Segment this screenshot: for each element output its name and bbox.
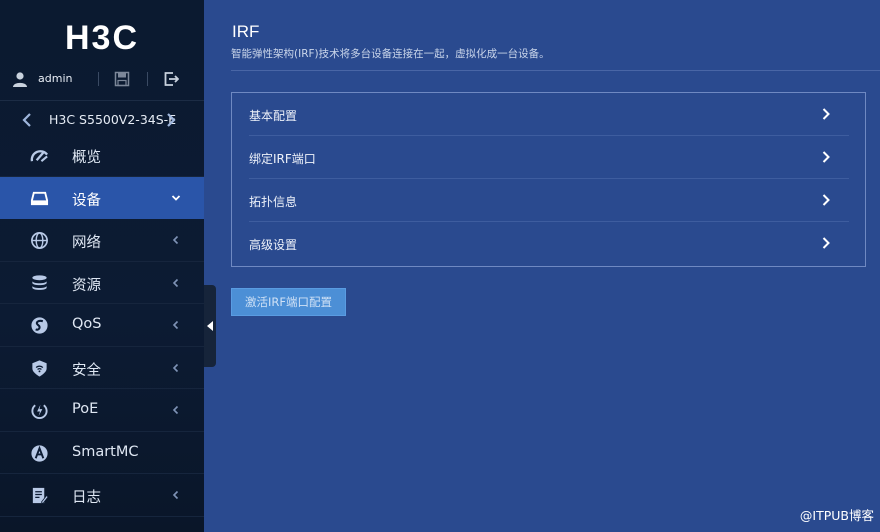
menu-row-topology-info[interactable]: 拓扑信息 <box>232 179 865 222</box>
dashboard-icon <box>30 150 49 163</box>
sidebar-item-log[interactable]: 日志 <box>0 474 204 517</box>
sidebar-item-label: 设备 <box>72 192 101 209</box>
sidebar-nav: 概览 设备 网络 资源 QoS 安全 PoE SmartMC 日志 <box>0 134 204 517</box>
sidebar-item-network[interactable]: 网络 <box>0 219 204 262</box>
sidebar-item-label: 网络 <box>72 235 101 251</box>
page-description: 智能弹性架构(IRF)技术将多台设备连接在一起，虚拟化成一台设备。 <box>231 48 550 60</box>
menu-row-label: 绑定IRF端口 <box>249 152 316 166</box>
divider <box>231 70 880 71</box>
chevron-left-icon <box>172 235 179 245</box>
device-switcher: H3C S5500V2-34S-E <box>0 108 204 134</box>
menu-row-bind-irf-port[interactable]: 绑定IRF端口 <box>232 136 865 179</box>
user-bar: admin <box>0 66 204 94</box>
sidebar-item-label: SmartMC <box>72 443 139 460</box>
page-title: IRF <box>232 22 260 41</box>
sidebar-item-label: 安全 <box>72 362 101 379</box>
chevron-left-icon <box>172 278 179 287</box>
username[interactable]: admin <box>38 72 72 85</box>
globe-icon <box>31 232 48 249</box>
poe-icon <box>31 404 48 419</box>
sidebar-item-device[interactable]: 设备 <box>0 176 204 219</box>
chevron-left-icon <box>172 320 179 330</box>
chevron-left-icon[interactable] <box>20 111 34 129</box>
chevron-left-icon <box>172 363 179 372</box>
menu-row-advanced-settings[interactable]: 高级设置 <box>232 222 865 265</box>
device-name: H3C S5500V2-34S-E <box>49 112 177 127</box>
sidebar-item-label: 概览 <box>72 150 101 166</box>
sidebar-item-label: QoS <box>72 316 102 332</box>
sidebar: H3C admin H3C S5500V2-34S-E 概览 设备 网络 资源 … <box>0 0 204 532</box>
user-icon <box>13 72 27 87</box>
divider <box>98 72 99 86</box>
chevron-left-icon <box>172 405 179 415</box>
sidebar-item-overview[interactable]: 概览 <box>0 134 204 177</box>
shield-icon <box>32 359 47 377</box>
save-icon[interactable] <box>114 71 130 87</box>
smartmc-icon <box>31 444 48 462</box>
sidebar-item-label: 日志 <box>72 490 101 506</box>
irf-menu-panel: 基本配置 绑定IRF端口 拓扑信息 高级设置 <box>231 92 866 267</box>
brand-logo: H3C <box>64 19 140 57</box>
watermark: @ITPUB博客 <box>799 508 874 523</box>
sidebar-item-label: PoE <box>72 401 99 417</box>
menu-row-basic-config[interactable]: 基本配置 <box>232 93 865 136</box>
chevron-right-icon <box>822 151 830 163</box>
logout-icon[interactable] <box>163 71 179 87</box>
activate-irf-port-config-button[interactable]: 激活IRF端口配置 <box>231 288 346 316</box>
chevron-right-icon <box>822 194 830 206</box>
divider <box>0 100 204 101</box>
device-icon <box>30 191 49 205</box>
menu-row-label: 基本配置 <box>249 109 298 123</box>
sidebar-item-label: 资源 <box>72 277 101 294</box>
chevron-right-icon <box>822 108 830 120</box>
log-icon <box>32 487 49 505</box>
sidebar-item-poe[interactable]: PoE <box>0 389 204 432</box>
chevron-left-icon <box>172 490 179 500</box>
sidebar-item-smartmc[interactable]: SmartMC <box>0 432 204 474</box>
database-icon <box>32 274 47 290</box>
sidebar-item-qos[interactable]: QoS <box>0 304 204 347</box>
menu-row-label: 拓扑信息 <box>249 195 298 209</box>
chevron-down-icon <box>171 194 181 201</box>
sidebar-item-resource[interactable]: 资源 <box>0 262 204 304</box>
chevron-right-icon <box>822 237 830 249</box>
qos-icon <box>31 317 48 334</box>
menu-row-label: 高级设置 <box>249 238 298 252</box>
chevron-right-icon[interactable] <box>164 111 178 129</box>
divider <box>147 72 148 86</box>
sidebar-item-security[interactable]: 安全 <box>0 347 204 389</box>
main-content: IRF 智能弹性架构(IRF)技术将多台设备连接在一起，虚拟化成一台设备。 基本… <box>204 0 880 532</box>
